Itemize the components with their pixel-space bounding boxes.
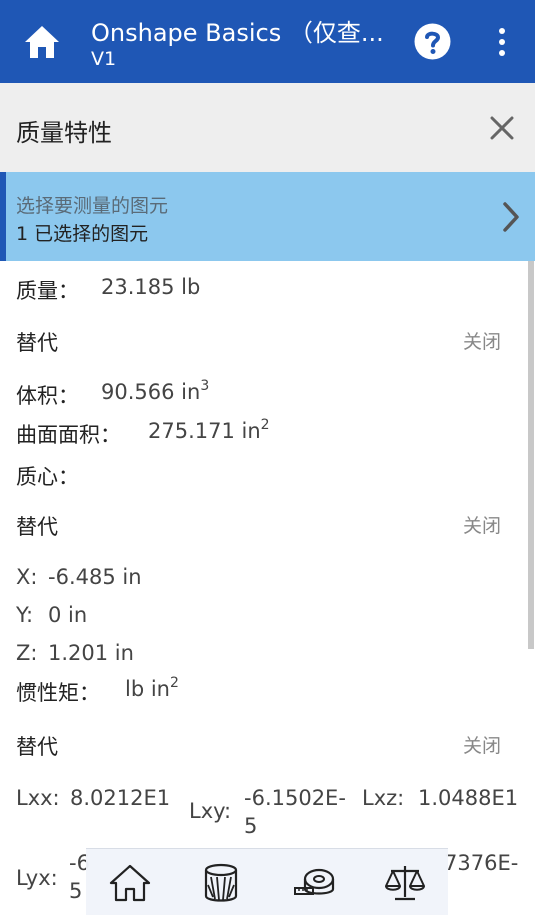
panel-header: 质量特性 xyxy=(0,83,535,172)
surface-area-label: 曲面面积： xyxy=(16,423,121,447)
app-bar: Onshape Basics （仅查... V1 xyxy=(0,0,535,83)
centroid-y-value: 0 in xyxy=(48,603,88,627)
mass-properties-content: 质量： 23.185 lb 替代 关闭 体积： 90.566 in3 曲面面积：… xyxy=(0,261,535,915)
selection-prompt: 选择要测量的图元 xyxy=(16,195,169,217)
close-icon[interactable] xyxy=(486,112,518,144)
selection-count: 1 已选择的图元 xyxy=(16,223,149,245)
lxz-label: Lxz: xyxy=(362,786,405,810)
centroid-x-value: -6.485 in xyxy=(48,565,142,589)
centroid-z-value: 1.201 in xyxy=(48,641,134,665)
override-toggle[interactable]: 关闭 xyxy=(463,731,501,758)
lxy-value-cont: 5 xyxy=(244,814,258,838)
home-icon[interactable] xyxy=(22,22,62,62)
measure-tape-icon[interactable] xyxy=(291,861,339,905)
document-title: Onshape Basics （仅查... xyxy=(91,19,384,47)
override-label: 替代 xyxy=(16,735,58,759)
lxx-label: Lxx: xyxy=(16,786,60,810)
volume-value: 90.566 in3 xyxy=(101,378,210,404)
centroid-y-label: Y: xyxy=(16,603,34,627)
lyx-label: Lyx: xyxy=(16,866,58,890)
scrollbar[interactable] xyxy=(528,261,534,649)
home-icon[interactable] xyxy=(106,861,154,905)
help-icon[interactable] xyxy=(414,23,451,60)
bottom-toolbar xyxy=(86,848,448,915)
lyx-value-cont: 5 xyxy=(69,879,83,903)
lxx-value: 8.0212E1 xyxy=(70,786,171,810)
centroid-label: 质心： xyxy=(16,465,79,489)
override-toggle[interactable]: 关闭 xyxy=(463,511,501,538)
lxy-value: -6.1502E- xyxy=(244,786,346,810)
chevron-right-icon[interactable] xyxy=(500,200,522,234)
part-studio-icon[interactable] xyxy=(197,861,245,905)
mass-scale-icon[interactable] xyxy=(381,861,429,905)
lxy-label: Lxy: xyxy=(189,799,232,823)
selection-row[interactable]: 选择要测量的图元 1 已选择的图元 xyxy=(0,172,535,261)
surface-area-value: 275.171 in2 xyxy=(148,417,270,443)
override-label: 替代 xyxy=(16,331,58,355)
more-vert-icon[interactable] xyxy=(492,27,512,57)
lyz-value: 7376E- xyxy=(444,851,519,875)
panel-title: 质量特性 xyxy=(16,119,112,147)
mass-value: 23.185 lb xyxy=(101,275,201,299)
mass-label: 质量： xyxy=(16,279,79,303)
inertia-unit: lb in2 xyxy=(125,675,179,701)
override-toggle[interactable]: 关闭 xyxy=(463,327,501,354)
centroid-z-label: Z: xyxy=(16,641,38,665)
inertia-label: 惯性矩： xyxy=(16,681,100,705)
version-label: V1 xyxy=(91,48,117,70)
centroid-x-label: X: xyxy=(16,565,38,589)
lxz-value: 1.0488E1 xyxy=(418,786,519,810)
volume-label: 体积： xyxy=(16,384,79,408)
override-label: 替代 xyxy=(16,515,58,539)
